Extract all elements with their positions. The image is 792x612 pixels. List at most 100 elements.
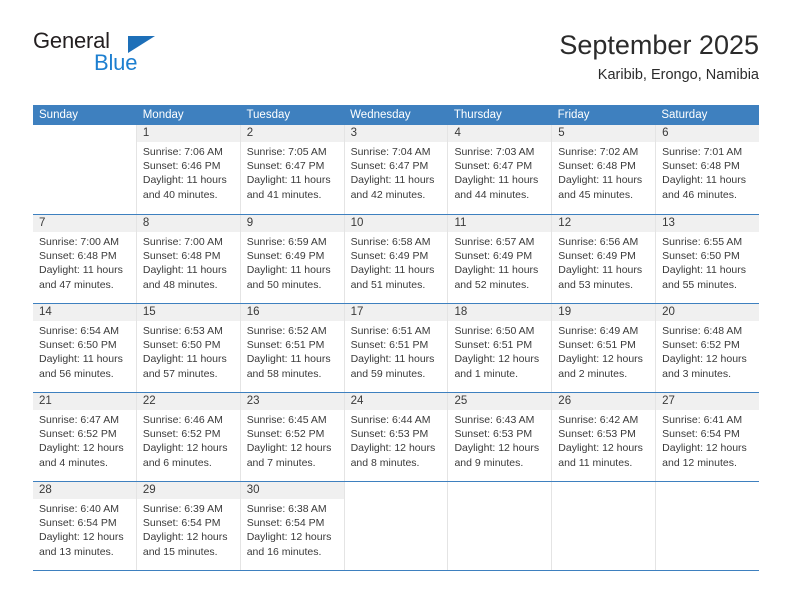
sunset-text: Sunset: 6:47 PM — [454, 160, 533, 173]
day-cell-empty — [551, 482, 655, 570]
day-details: Sunrise: 6:53 AM Sunset: 6:50 PM Daylight:… — [137, 321, 240, 381]
day-cell-empty — [343, 482, 448, 570]
day-details: Sunrise: 6:49 AM Sunset: 6:51 PM Daylight:… — [552, 321, 655, 381]
sunrise-text: Sunrise: 6:40 AM — [39, 503, 119, 515]
day-cell[interactable]: 1 Sunrise: 7:06 AM Sunset: 6:46 PM Daylight… — [135, 125, 240, 214]
sunset-text: Sunset: 6:49 PM — [350, 250, 429, 263]
day-number: 10 — [344, 215, 448, 232]
day-number: 19 — [552, 304, 656, 321]
sunrise-text: Sunrise: 6:56 AM — [558, 236, 639, 248]
weekday-header-row: Sunday Monday Tuesday Wednesday Thursday Frid… — [33, 105, 759, 125]
sunset-text: Sunset: 6:52 PM — [39, 428, 117, 441]
sunset-text: Sunset: 6:50 PM — [142, 339, 221, 352]
sunset-text: Sunset: 6:49 PM — [558, 250, 636, 263]
day-details: Sunrise: 6:59 AM Sunset: 6:49 PM Daylight:… — [241, 232, 344, 292]
day-number: 20 — [656, 304, 760, 321]
day-cell[interactable]: 6 Sunrise: 7:01 AM Sunset: 6:48 PM Daylight… — [655, 125, 760, 214]
sunset-text: Sunset: 6:48 PM — [558, 160, 636, 173]
sunset-text: Sunset: 6:46 PM — [142, 160, 221, 173]
day-details: Sunrise: 6:55 AM Sunset: 6:50 PM Daylight:… — [656, 232, 759, 292]
daylight-text: Daylight: 12 hours and 1 minute. — [454, 353, 540, 380]
sunrise-text: Sunrise: 7:04 AM — [350, 146, 431, 158]
day-cell[interactable]: 20 Sunrise: 6:48 AM Sunset: 6:52 PM Dayligh… — [655, 304, 760, 392]
day-details: Sunrise: 6:51 AM Sunset: 6:51 PM Daylight:… — [345, 321, 448, 381]
sunrise-text: Sunrise: 6:42 AM — [558, 414, 639, 426]
day-cell[interactable]: 19 Sunrise: 6:49 AM Sunset: 6:51 PM Dayligh… — [551, 304, 656, 392]
day-cell[interactable]: 21 Sunrise: 6:47 AM Sunset: 6:52 PM Dayligh… — [33, 393, 136, 481]
calendar-weeks: 1 Sunrise: 7:06 AM Sunset: 6:46 PM Daylight… — [33, 125, 760, 570]
day-cell[interactable]: 17 Sunrise: 6:51 AM Sunset: 6:51 PM Dayligh… — [343, 304, 448, 392]
sunset-text: Sunset: 6:54 PM — [662, 428, 740, 441]
generalblue-logo[interactable]: General Blue — [33, 28, 213, 88]
day-cell[interactable]: 9 Sunrise: 6:59 AM Sunset: 6:49 PM Daylight… — [239, 215, 344, 303]
day-cell[interactable]: 18 Sunrise: 6:50 AM Sunset: 6:51 PM Dayligh… — [447, 304, 552, 392]
day-details: Sunrise: 7:05 AM Sunset: 6:47 PM Daylight:… — [241, 142, 344, 202]
sunset-text: Sunset: 6:52 PM — [246, 428, 325, 441]
weekday-header-wednesday: Wednesday — [350, 109, 411, 121]
day-cell[interactable]: 27 Sunrise: 6:41 AM Sunset: 6:54 PM Dayligh… — [655, 393, 760, 481]
daylight-text: Daylight: 12 hours and 4 minutes. — [39, 442, 124, 469]
day-details: Sunrise: 6:58 AM Sunset: 6:49 PM Daylight:… — [345, 232, 448, 292]
day-cell[interactable]: 5 Sunrise: 7:02 AM Sunset: 6:48 PM Daylight… — [551, 125, 656, 214]
sunset-text: Sunset: 6:49 PM — [454, 250, 533, 263]
sunset-text: Sunset: 6:53 PM — [454, 428, 533, 441]
day-cell[interactable]: 13 Sunrise: 6:55 AM Sunset: 6:50 PM Dayligh… — [655, 215, 760, 303]
day-cell[interactable]: 11 Sunrise: 6:57 AM Sunset: 6:49 PM Dayligh… — [447, 215, 552, 303]
weekday-header-sunday: Sunday — [39, 109, 79, 121]
calendar-week-row: 21 Sunrise: 6:47 AM Sunset: 6:52 PM Dayligh… — [33, 392, 760, 481]
logo-text-blue: Blue — [94, 50, 138, 75]
day-number: 12 — [552, 215, 656, 232]
day-cell[interactable]: 23 Sunrise: 6:45 AM Sunset: 6:52 PM Dayligh… — [239, 393, 344, 481]
day-cell[interactable]: 8 Sunrise: 7:00 AM Sunset: 6:48 PM Daylight… — [135, 215, 240, 303]
day-number: 6 — [656, 125, 760, 142]
sunset-text: Sunset: 6:53 PM — [350, 428, 429, 441]
sunrise-text: Sunrise: 6:58 AM — [350, 236, 431, 248]
daylight-text: Daylight: 11 hours and 55 minutes. — [662, 264, 747, 291]
sunrise-text: Sunrise: 6:53 AM — [142, 325, 223, 337]
day-cell[interactable]: 10 Sunrise: 6:58 AM Sunset: 6:49 PM Dayligh… — [343, 215, 448, 303]
daylight-text: Daylight: 11 hours and 51 minutes. — [350, 264, 435, 291]
day-cell[interactable]: 30 Sunrise: 6:38 AM Sunset: 6:54 PM Dayligh… — [239, 482, 344, 570]
day-cell[interactable]: 3 Sunrise: 7:04 AM Sunset: 6:47 PM Daylight… — [343, 125, 448, 214]
weekday-header-monday: Monday — [142, 109, 184, 121]
sunrise-text: Sunrise: 6:46 AM — [142, 414, 223, 426]
daylight-text: Daylight: 12 hours and 2 minutes. — [558, 353, 643, 380]
day-details: Sunrise: 6:47 AM Sunset: 6:52 PM Daylight:… — [33, 410, 136, 470]
day-number: 15 — [136, 304, 240, 321]
day-number: 2 — [240, 125, 344, 142]
day-details: Sunrise: 7:06 AM Sunset: 6:46 PM Daylight:… — [137, 142, 240, 202]
day-cell[interactable]: 25 Sunrise: 6:43 AM Sunset: 6:53 PM Dayligh… — [447, 393, 552, 481]
day-cell[interactable]: 26 Sunrise: 6:42 AM Sunset: 6:53 PM Dayligh… — [551, 393, 656, 481]
daylight-text: Daylight: 11 hours and 40 minutes. — [142, 174, 227, 201]
day-number: 3 — [344, 125, 448, 142]
day-cell[interactable]: 22 Sunrise: 6:46 AM Sunset: 6:52 PM Dayligh… — [135, 393, 240, 481]
day-number — [345, 482, 448, 499]
day-cell[interactable]: 15 Sunrise: 6:53 AM Sunset: 6:50 PM Dayligh… — [135, 304, 240, 392]
day-cell-empty — [33, 125, 136, 214]
day-cell[interactable]: 12 Sunrise: 6:56 AM Sunset: 6:49 PM Dayligh… — [551, 215, 656, 303]
daylight-text: Daylight: 12 hours and 13 minutes. — [39, 531, 124, 558]
day-cell[interactable]: 29 Sunrise: 6:39 AM Sunset: 6:54 PM Dayligh… — [135, 482, 240, 570]
daylight-text: Daylight: 11 hours and 56 minutes. — [39, 353, 123, 380]
sunset-text: Sunset: 6:51 PM — [246, 339, 325, 352]
sunrise-text: Sunrise: 7:00 AM — [39, 236, 119, 248]
day-number: 11 — [448, 215, 552, 232]
sunrise-text: Sunrise: 6:41 AM — [662, 414, 743, 426]
daylight-text: Daylight: 11 hours and 46 minutes. — [662, 174, 747, 201]
day-number: 5 — [552, 125, 656, 142]
daylight-text: Daylight: 12 hours and 12 minutes. — [662, 442, 747, 469]
day-details: Sunrise: 6:56 AM Sunset: 6:49 PM Daylight:… — [552, 232, 655, 292]
day-cell[interactable]: 14 Sunrise: 6:54 AM Sunset: 6:50 PM Dayligh… — [33, 304, 136, 392]
day-cell[interactable]: 16 Sunrise: 6:52 AM Sunset: 6:51 PM Dayligh… — [239, 304, 344, 392]
daylight-text: Daylight: 11 hours and 58 minutes. — [246, 353, 331, 380]
day-cell[interactable]: 4 Sunrise: 7:03 AM Sunset: 6:47 PM Daylight… — [447, 125, 552, 214]
day-number — [448, 482, 551, 499]
day-details: Sunrise: 6:45 AM Sunset: 6:52 PM Daylight:… — [241, 410, 344, 470]
day-cell[interactable]: 7 Sunrise: 7:00 AM Sunset: 6:48 PM Daylight… — [33, 215, 136, 303]
day-cell[interactable]: 24 Sunrise: 6:44 AM Sunset: 6:53 PM Dayligh… — [343, 393, 448, 481]
day-cell[interactable]: 2 Sunrise: 7:05 AM Sunset: 6:47 PM Daylight… — [239, 125, 344, 214]
day-details: Sunrise: 6:57 AM Sunset: 6:49 PM Daylight:… — [448, 232, 551, 292]
day-number: 28 — [33, 482, 136, 499]
day-cell[interactable]: 28 Sunrise: 6:40 AM Sunset: 6:54 PM Dayligh… — [33, 482, 136, 570]
day-details: Sunrise: 6:42 AM Sunset: 6:53 PM Daylight:… — [552, 410, 655, 470]
